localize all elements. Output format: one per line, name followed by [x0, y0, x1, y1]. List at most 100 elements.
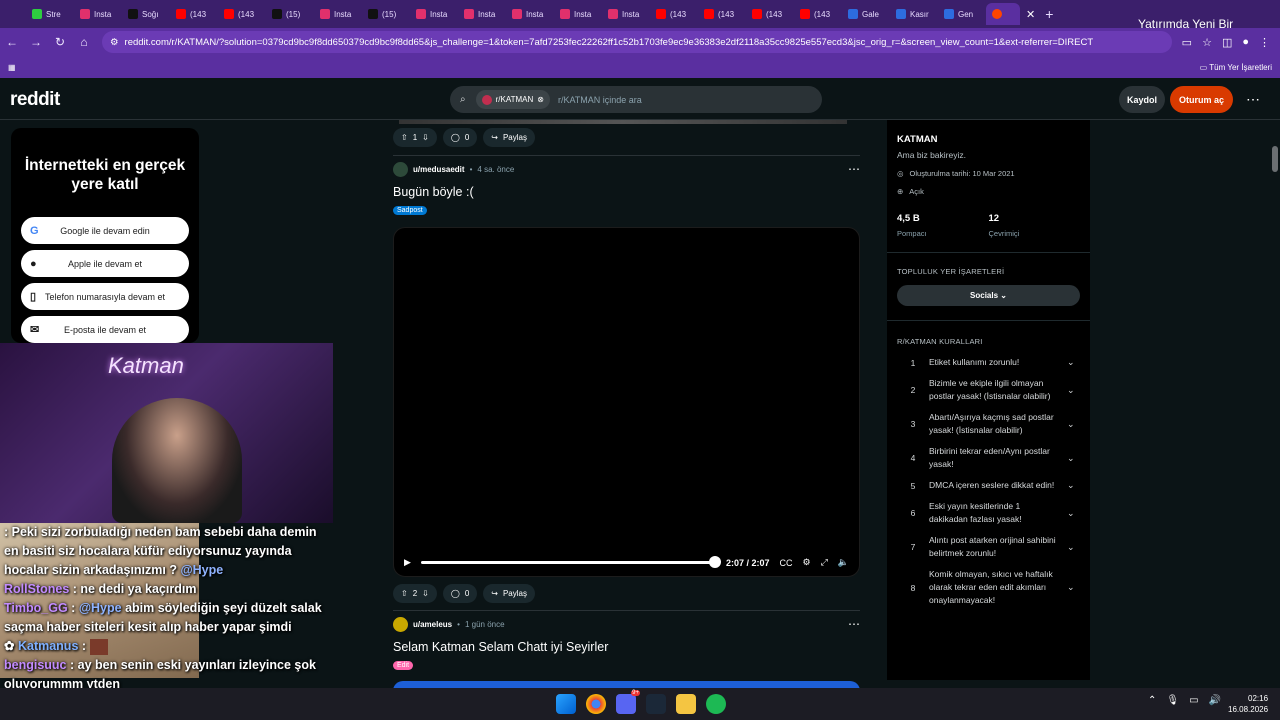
rule-item[interactable]: 7 Alıntı post atarken orijinal sahibini b… [897, 530, 1080, 564]
browser-tab[interactable]: (143 [794, 3, 842, 25]
chevron-up-icon[interactable]: ⌃ [1148, 695, 1156, 706]
chevron-down-icon[interactable]: ⌄ [1067, 480, 1075, 491]
reload-icon[interactable]: ↻ [48, 35, 72, 49]
browser-tab[interactable]: (15) [266, 3, 314, 25]
share-button[interactable]: ↪ Paylaş [483, 584, 535, 603]
upvote-icon[interactable]: ⇧ [401, 589, 408, 598]
rule-item[interactable]: 4 Birbirini tekrar eden/Aynı postlar yasa… [897, 441, 1080, 475]
fullscreen-icon[interactable]: ⤢ [821, 557, 828, 568]
comments-button[interactable]: ◯ 0 [442, 128, 478, 147]
browser-tab[interactable]: Soğı [122, 3, 170, 25]
browser-tab[interactable]: Stre [26, 3, 74, 25]
new-tab-icon[interactable]: + [1045, 6, 1053, 22]
steam-icon[interactable] [646, 694, 666, 714]
browser-tab-active[interactable] [986, 3, 1020, 25]
browser-tab[interactable]: Kasır [890, 3, 938, 25]
reddit-logo[interactable]: reddit [10, 89, 60, 111]
apple-signin-button[interactable]: ● Apple ile devam et [21, 250, 189, 277]
email-signin-button[interactable]: ✉ E-posta ile devam et [21, 316, 189, 343]
downvote-icon[interactable]: ⇩ [422, 589, 429, 598]
profile-icon[interactable]: ● [1242, 36, 1249, 49]
video-progress-bar[interactable] [420, 556, 721, 568]
rule-item[interactable]: 8 Komik olmayan, sıkıcı ve haftalık olara… [897, 564, 1080, 611]
downvote-icon[interactable]: ⇩ [422, 133, 429, 142]
browser-tab[interactable]: Insta [74, 3, 122, 25]
chevron-down-icon[interactable]: ⌄ [1067, 385, 1075, 396]
subreddit-chip[interactable]: r/KATMAN ⊗ [475, 90, 550, 109]
captions-icon[interactable]: CC [780, 558, 793, 568]
login-button[interactable]: Oturum aç [1170, 86, 1233, 113]
post-flair[interactable]: Sadpost [393, 206, 427, 215]
scrollbar-thumb[interactable] [1272, 146, 1278, 172]
rule-item[interactable]: 6 Eski yayın kesitlerinde 1 dakikadan faz… [897, 496, 1080, 530]
volume-icon[interactable]: 🔈 [838, 557, 849, 568]
settings-icon[interactable]: ⚙ [803, 557, 811, 568]
socials-dropdown[interactable]: Socials ⌄ [897, 285, 1080, 306]
chrome-icon[interactable] [586, 694, 606, 714]
cast-icon[interactable]: ▭ [1182, 36, 1192, 49]
browser-tab[interactable]: Insta [410, 3, 458, 25]
upvote-icon[interactable]: ⇧ [401, 133, 408, 142]
signup-button[interactable]: Kaydol [1119, 86, 1165, 113]
browser-tab[interactable]: (15) [362, 3, 410, 25]
browser-tab[interactable]: Insta [506, 3, 554, 25]
post-title[interactable]: Selam Katman Selam Chatt iyi Seyirler [393, 640, 860, 654]
browser-tab[interactable]: Insta [602, 3, 650, 25]
post[interactable]: u/medusaedit • 4 sa. önce ⋯ Bugün böyle … [393, 162, 860, 603]
menu-icon[interactable]: ⋮ [1259, 36, 1270, 49]
more-options-icon[interactable]: ⋯ [1246, 91, 1260, 108]
close-tab-icon[interactable]: ✕ [1026, 8, 1035, 21]
microphone-icon[interactable]: 🎙 [1166, 695, 1179, 706]
post-options-icon[interactable]: ⋯ [848, 617, 860, 631]
rule-item[interactable]: 2 Bizimle ve ekiple ilgili olmayan postla… [897, 373, 1080, 407]
browser-tab[interactable]: Insta [458, 3, 506, 25]
post-author[interactable]: u/medusaedit [413, 165, 465, 174]
chevron-down-icon[interactable]: ⌄ [1067, 357, 1075, 368]
windows-start-icon[interactable] [556, 694, 576, 714]
phone-signin-button[interactable]: ▯ Telefon numarasıyla devam et [21, 283, 189, 310]
vote-control[interactable]: ⇧ 2 ⇩ [393, 584, 437, 603]
rule-item[interactable]: 3 Abartı/Aşırıya kaçmış sad postlar yasak… [897, 407, 1080, 441]
scrollbar[interactable] [1272, 120, 1278, 680]
close-icon[interactable]: ⊗ [537, 95, 544, 104]
rule-item[interactable]: 1 Etiket kullanımı zorunlu! ⌄ [897, 352, 1080, 373]
browser-tab[interactable]: (143 [170, 3, 218, 25]
discord-icon[interactable]: 9+ [616, 690, 640, 714]
search-input[interactable]: r/KATMAN içinde ara [558, 95, 642, 105]
volume-icon[interactable]: 🔊 [1209, 695, 1221, 706]
browser-tab[interactable]: Insta [314, 3, 362, 25]
back-icon[interactable]: ← [0, 35, 24, 49]
extensions-icon[interactable]: ◫ [1222, 36, 1232, 49]
forward-icon[interactable]: → [24, 35, 48, 49]
home-icon[interactable]: ⌂ [72, 35, 96, 49]
site-info-icon[interactable]: ⚙ [110, 37, 119, 48]
browser-tab[interactable]: (143 [218, 3, 266, 25]
avatar[interactable] [393, 162, 408, 177]
chevron-down-icon[interactable]: ⌄ [1067, 453, 1075, 464]
comments-button[interactable]: ◯ 0 [442, 584, 478, 603]
seek-handle[interactable] [708, 556, 721, 568]
apps-icon[interactable]: ▦ [8, 63, 16, 72]
play-icon[interactable]: ▶ [404, 557, 411, 568]
browser-tab[interactable]: (143 [650, 3, 698, 25]
share-button[interactable]: ↪ Paylaş [483, 128, 535, 147]
chevron-down-icon[interactable]: ⌄ [1067, 582, 1075, 593]
browser-tab[interactable]: Insta [554, 3, 602, 25]
post-options-icon[interactable]: ⋯ [848, 162, 860, 176]
post-flair[interactable]: Edit [393, 661, 414, 670]
spotify-icon[interactable] [706, 694, 726, 714]
chevron-down-icon[interactable]: ⌄ [1067, 508, 1075, 519]
clock[interactable]: 02:16 16.08.2026 [1228, 693, 1268, 715]
search-bar[interactable]: ⌕ r/KATMAN ⊗ r/KATMAN içinde ara [450, 86, 822, 113]
browser-tab[interactable]: (143 [698, 3, 746, 25]
browser-tab[interactable]: Gen [938, 3, 986, 25]
video-player[interactable]: ▶ 2:07 / 2:07 CC ⚙ ⤢ 🔈 [393, 227, 860, 577]
chevron-down-icon[interactable]: ⌄ [1067, 542, 1075, 553]
google-signin-button[interactable]: G Google ile devam edin [21, 217, 189, 244]
browser-tab[interactable]: (143 [746, 3, 794, 25]
browser-tab[interactable]: Gale [842, 3, 890, 25]
address-bar[interactable]: ⚙ reddit.com/r/KATMAN/?solution=0379cd9b… [102, 31, 1172, 53]
vote-control[interactable]: ⇧ 1 ⇩ [393, 128, 437, 147]
chevron-down-icon[interactable]: ⌄ [1067, 419, 1075, 430]
post-author[interactable]: u/ameleus [413, 620, 452, 629]
